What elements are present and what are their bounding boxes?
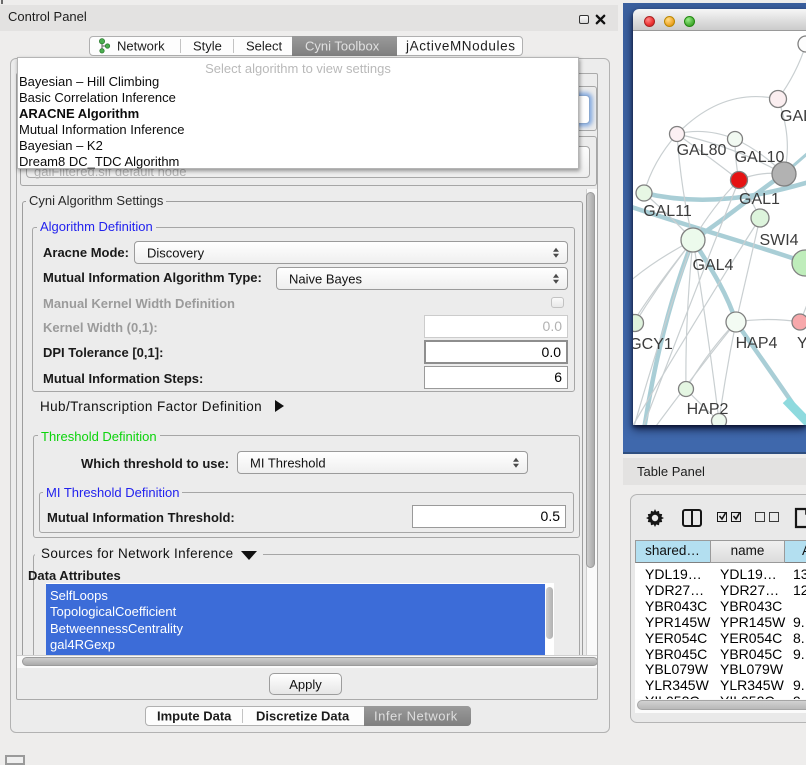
svg-text:GAL11: GAL11 (643, 203, 692, 220)
svg-text:YJ: YJ (797, 335, 806, 352)
svg-text:HAP4: HAP4 (736, 335, 778, 352)
svg-text:GCY1: GCY1 (633, 336, 673, 353)
svg-text:GAL10: GAL10 (735, 149, 785, 166)
svg-text:GAL1: GAL1 (739, 191, 780, 208)
svg-text:GAL2: GAL2 (780, 108, 806, 125)
svg-text:HAP2: HAP2 (687, 401, 729, 418)
svg-text:GAL4: GAL4 (693, 257, 734, 274)
svg-text:GAL80: GAL80 (677, 142, 727, 159)
svg-text:SWI4: SWI4 (759, 232, 798, 249)
